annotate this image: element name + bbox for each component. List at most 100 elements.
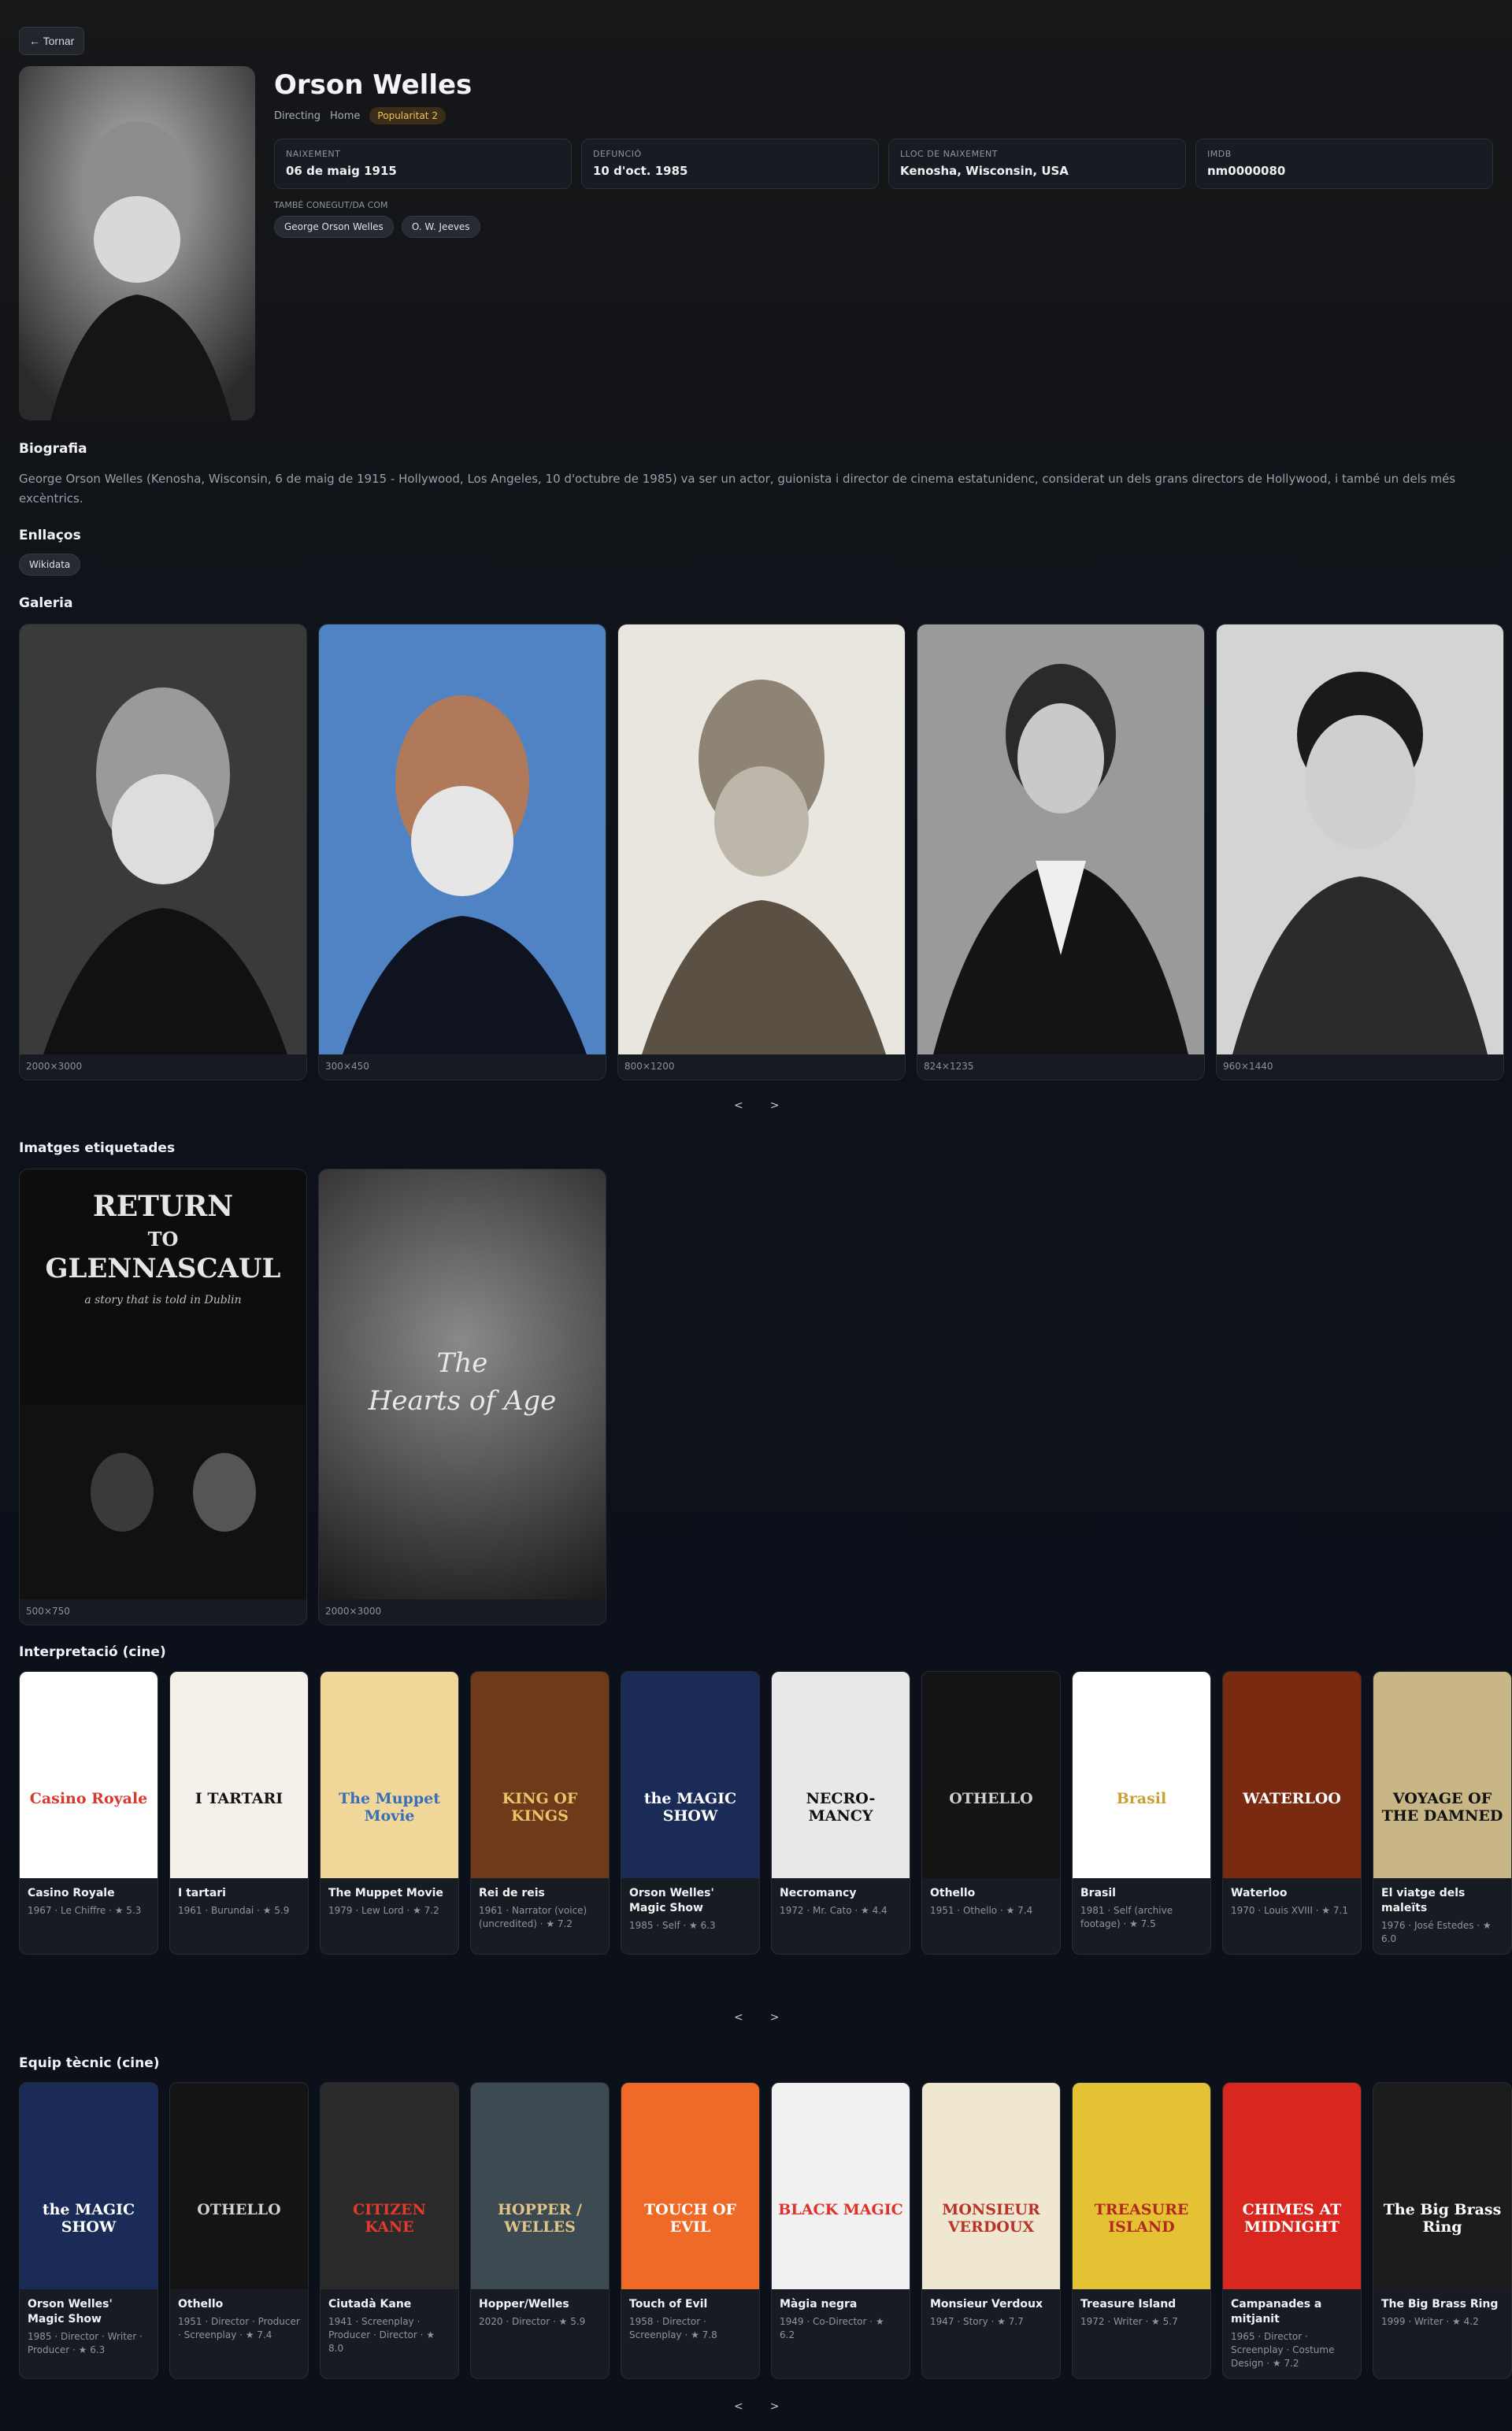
back-button[interactable]: ← Tornar <box>19 27 85 55</box>
gallery-item[interactable]: 800×1200 <box>617 624 906 1080</box>
aka-list: George Orson Welles O. W. Jeeves <box>274 216 480 238</box>
film-poster: OTHELLO <box>922 1672 1060 1878</box>
aka-chip: George Orson Welles <box>274 216 394 238</box>
fact-imdb: IMDB nm0000080 <box>1195 139 1493 189</box>
crew-row: the MAGIC SHOW Orson Welles' Magic Show 19… <box>19 2082 1512 2379</box>
popularity-badge: Popularitat 2 <box>369 107 446 124</box>
acting-next-button[interactable]: > <box>770 2011 780 2024</box>
film-poster: CHIMES AT MIDNIGHT <box>1223 2083 1361 2289</box>
film-poster: VOYAGE OF THE DAMNED <box>1373 1672 1511 1878</box>
film-card[interactable]: TREASURE ISLAND Treasure Island 1972 · Wri… <box>1072 2082 1211 2379</box>
film-card[interactable]: HOPPER / WELLES Hopper/Welles 2020 · Direc… <box>470 2082 610 2379</box>
crew-next-button[interactable]: > <box>770 2400 780 2413</box>
film-meta: 2020 · Director · ★ 5.9 <box>479 2316 586 2327</box>
film-card[interactable]: OTHELLO Othello 1951 · Othello · ★ 7.4 <box>921 1671 1061 1955</box>
crew-pager: < > <box>734 2400 779 2413</box>
gallery-prev-button[interactable]: < <box>734 1099 743 1112</box>
film-title: Othello <box>930 1887 976 1899</box>
film-meta: 1951 · Othello · ★ 7.4 <box>930 1905 1033 1916</box>
gallery-dim: 300×450 <box>325 1061 369 1072</box>
gallery-item[interactable]: 300×450 <box>318 624 606 1080</box>
film-card[interactable]: Brasil Brasil 1981 · Self (archive footage… <box>1072 1671 1211 1955</box>
film-meta: 1972 · Mr. Cato · ★ 4.4 <box>780 1905 888 1916</box>
film-meta: 1958 · Director · Screenplay · ★ 7.8 <box>629 2316 717 2340</box>
poster-text: Brasil <box>1116 1790 1167 1807</box>
film-meta: 1981 · Self (archive footage) · ★ 7.5 <box>1080 1905 1173 1929</box>
acting-prev-button[interactable]: < <box>734 2011 743 2024</box>
film-card[interactable]: CITIZEN KANE Ciutadà Kane 1941 · Screenpla… <box>320 2082 459 2379</box>
acting-pager: < > <box>734 2011 779 2024</box>
film-poster: TOUCH OF EVIL <box>621 2083 759 2289</box>
film-title: Casino Royale <box>28 1887 115 1899</box>
poster-text: CHIMES AT MIDNIGHT <box>1242 2201 1342 2236</box>
film-card[interactable]: the MAGIC SHOW Orson Welles' Magic Show 19… <box>19 2082 158 2379</box>
film-meta: 1967 · Le Chiffre · ★ 5.3 <box>28 1905 142 1916</box>
film-meta: 1961 · Burundai · ★ 5.9 <box>178 1905 290 1916</box>
film-poster: Brasil <box>1073 1672 1210 1878</box>
gallery-pager: < > <box>734 1099 779 1112</box>
film-title: Necromancy <box>780 1887 857 1899</box>
film-meta: 1976 · José Estedes · ★ 6.0 <box>1381 1920 1492 1944</box>
film-card[interactable]: the MAGIC SHOW Orson Welles' Magic Show 19… <box>621 1671 760 1955</box>
film-card[interactable]: VOYAGE OF THE DAMNED El viatge dels maleï… <box>1373 1671 1512 1955</box>
gallery-row: 2000×3000 300×450 800×1200 824×1235 960×… <box>19 624 1504 1080</box>
film-card[interactable]: NECRO-MANCY Necromancy 1972 · Mr. Cato · ★… <box>771 1671 910 1955</box>
poster-text: TREASURE ISLAND <box>1094 2201 1189 2236</box>
film-meta: 1965 · Director · Screenplay · Costume D… <box>1231 2331 1335 2369</box>
film-meta: 1979 · Lew Lord · ★ 7.2 <box>328 1905 439 1916</box>
gallery-dim: 960×1440 <box>1223 1061 1273 1072</box>
gallery-item[interactable]: 960×1440 <box>1216 624 1504 1080</box>
film-meta: 1949 · Co-Director · ★ 6.2 <box>780 2316 884 2340</box>
profile-photo <box>19 66 255 421</box>
film-meta: 1961 · Narrator (voice) (uncredited) · ★… <box>479 1905 587 1929</box>
crew-title: Equip tècnic (cine) <box>19 2055 160 2071</box>
gallery-dim: 824×1235 <box>924 1061 974 1072</box>
film-card[interactable]: BLACK MAGIC Màgia negra 1949 · Co-Director… <box>771 2082 910 2379</box>
crew-prev-button[interactable]: < <box>734 2400 743 2413</box>
film-card[interactable]: OTHELLO Othello 1951 · Director · Producer… <box>169 2082 309 2379</box>
tagged-item[interactable]: The Hearts of Age 2000×3000 <box>318 1169 606 1625</box>
poster-text: the MAGIC SHOW <box>42 2201 135 2236</box>
film-poster: I TARTARI <box>170 1672 308 1878</box>
film-card[interactable]: CHIMES AT MIDNIGHT Campanades a mitjanit 1… <box>1222 2082 1362 2379</box>
gallery-item[interactable]: 2000×3000 <box>19 624 307 1080</box>
film-title: Orson Welles' Magic Show <box>28 2298 113 2325</box>
film-meta: 1972 · Writer · ★ 5.7 <box>1080 2316 1178 2327</box>
film-title: Touch of Evil <box>629 2298 708 2311</box>
bio-text: George Orson Welles (Kenosha, Wisconsin,… <box>19 472 1456 506</box>
film-meta: 1970 · Louis XVIII · ★ 7.1 <box>1231 1905 1348 1916</box>
tagged-item[interactable]: RETURN TO GLENNASCAUL a story that is to… <box>19 1169 307 1625</box>
film-card[interactable]: TOUCH OF EVIL Touch of Evil 1958 · Directo… <box>621 2082 760 2379</box>
poster-text: I TARTARI <box>195 1790 284 1807</box>
film-poster: NECRO-MANCY <box>772 1672 910 1878</box>
film-card[interactable]: MONSIEUR VERDOUX Monsieur Verdoux 1947 · S… <box>921 2082 1061 2379</box>
film-title: Ciutadà Kane <box>328 2298 412 2311</box>
poster-text: VOYAGE OF THE DAMNED <box>1381 1790 1503 1825</box>
film-card[interactable]: I TARTARI I tartari 1961 · Burundai · ★ 5.… <box>169 1671 309 1955</box>
poster-text: CITIZEN KANE <box>353 2201 426 2236</box>
film-poster: WATERLOO <box>1223 1672 1361 1878</box>
poster-text: The Muppet Movie <box>339 1790 440 1825</box>
acting-title: Interpretació (cine) <box>19 1644 166 1660</box>
film-card[interactable]: WATERLOO Waterloo 1970 · Louis XVIII · ★ 7… <box>1222 1671 1362 1955</box>
film-poster: BLACK MAGIC <box>772 2083 910 2289</box>
film-card[interactable]: KING OF KINGS Rei de reis 1961 · Narrator … <box>470 1671 610 1955</box>
wikidata-link[interactable]: Wikidata <box>19 554 81 576</box>
poster-text: BLACK MAGIC <box>778 2201 903 2218</box>
poster-text: NECRO-MANCY <box>806 1790 876 1825</box>
tagged-title: Imatges etiquetades <box>19 1140 176 1156</box>
film-title: El viatge dels maleïts <box>1381 1887 1466 1914</box>
film-card[interactable]: Casino Royale Casino Royale 1967 · Le Chif… <box>19 1671 158 1955</box>
person-name: Orson Welles <box>274 69 472 101</box>
gallery-title: Galeria <box>19 595 73 611</box>
film-title: Waterloo <box>1231 1887 1288 1899</box>
links-title: Enllaços <box>19 528 81 543</box>
film-title: Monsieur Verdoux <box>930 2298 1043 2311</box>
gallery-item[interactable]: 824×1235 <box>917 624 1205 1080</box>
film-card[interactable]: The Big Brass Ring The Big Brass Ring 1999… <box>1373 2082 1512 2379</box>
film-meta: 1985 · Director · Writer · Producer · ★ … <box>28 2331 143 2355</box>
fact-birthplace: LLOC DE NAIXEMENT Kenosha, Wisconsin, USA <box>888 139 1186 189</box>
film-card[interactable]: The Muppet Movie The Muppet Movie 1979 · L… <box>320 1671 459 1955</box>
gallery-next-button[interactable]: > <box>770 1099 780 1112</box>
film-poster: The Muppet Movie <box>321 1672 458 1878</box>
